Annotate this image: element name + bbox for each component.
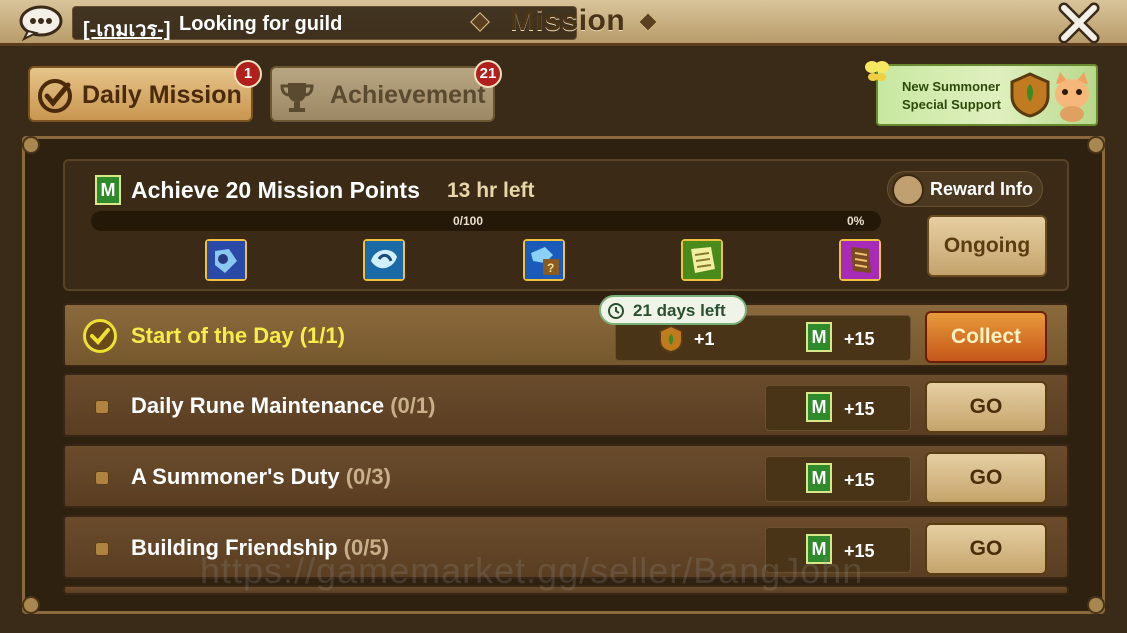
mission-name-text: Daily Rune Maintenance — [131, 393, 385, 418]
tab-achievement-label: Achievement — [330, 81, 486, 109]
extra-reward-value: +1 — [694, 329, 715, 349]
collect-button[interactable]: Collect — [925, 311, 1047, 363]
mission-count: (0/1) — [390, 393, 436, 418]
mission-name-text: Start of the Day — [131, 323, 294, 348]
title-ornament-right-icon — [638, 12, 658, 32]
chat-guild-tag: [-เกมเวร-] — [83, 19, 171, 41]
mission-point-value: +15 — [844, 329, 875, 349]
days-left-tooltip: 21 days left — [599, 295, 747, 325]
tab-daily-mission[interactable]: Daily Mission 1 — [28, 60, 262, 122]
progress-text: 0/100 — [453, 214, 484, 228]
close-icon[interactable] — [1058, 2, 1100, 44]
time-left: 13 hr left — [447, 179, 535, 202]
mission-point-value: +15 — [844, 470, 875, 490]
tab-daily-mission-label: Daily Mission — [82, 81, 242, 109]
completed-check-icon — [83, 319, 117, 353]
chat-message-text: Looking for guild — [179, 13, 343, 35]
corner-ornament-icon — [1087, 596, 1105, 614]
progress-percent: 0% — [847, 214, 865, 228]
ongoing-button[interactable]: Ongoing — [927, 215, 1047, 277]
mission-name: Start of the Day (1/1) — [131, 323, 345, 349]
mission-name: Daily Rune Maintenance (0/1) — [131, 393, 435, 419]
mission-count: (0/3) — [345, 464, 391, 489]
achievement-badge: 21 — [474, 60, 502, 88]
mission-reward-panel: M +15 — [765, 385, 911, 431]
days-left-text: 21 days left — [633, 301, 726, 320]
mission-point-icon: M — [806, 322, 832, 352]
mission-row: Start of the Day (1/1) +1 M +15 Collect — [63, 303, 1069, 367]
corner-ornament-icon — [1087, 136, 1105, 154]
clock-icon — [608, 303, 624, 319]
mission-count: (1/1) — [299, 323, 345, 348]
mission-name: A Summoner's Duty (0/3) — [131, 464, 391, 490]
mission-row: Daily Rune Maintenance (0/1) M +15 GO — [63, 373, 1069, 437]
bullet-icon — [95, 400, 109, 414]
bullet-icon — [95, 471, 109, 485]
watermark: https://gamemarket.gg/seller/BangJohn — [200, 550, 864, 591]
reward-item-icon[interactable]: ? — [523, 239, 565, 281]
mission-point-value: +15 — [844, 399, 875, 419]
go-button[interactable]: GO — [925, 523, 1047, 575]
trophy-icon — [280, 83, 314, 112]
corner-ornament-icon — [22, 136, 40, 154]
sprout-shield-icon — [659, 324, 683, 354]
promo-line-2: Special Support — [902, 97, 1001, 112]
checkmark-circle-icon — [38, 79, 72, 113]
mission-points-progress-bar — [91, 211, 881, 231]
tab-achievement[interactable]: Achievement 21 — [270, 60, 502, 122]
shield-emblem-icon — [1010, 72, 1050, 118]
reward-item-icon[interactable] — [205, 239, 247, 281]
treasure-chest-icon — [892, 174, 924, 206]
reward-item-icon[interactable] — [681, 239, 723, 281]
page-title: Mission — [510, 4, 626, 37]
chat-bubble-icon[interactable] — [18, 5, 64, 41]
reward-info-label: Reward Info — [930, 179, 1034, 199]
go-button[interactable]: GO — [925, 452, 1047, 504]
mission-panel: M Achieve 20 Mission Points 13 hr left R… — [22, 136, 1105, 614]
mission-name-text: A Summoner's Duty — [131, 464, 340, 489]
top-bar: [-เกมเวร-] Looking for guild Mission — [0, 0, 1127, 46]
mission-reward-panel: M +15 — [765, 456, 911, 502]
reward-info-button[interactable]: Reward Info — [887, 171, 1043, 207]
bullet-icon — [95, 542, 109, 556]
promo-line-1: New Summoner — [902, 79, 1001, 94]
corner-ornament-icon — [22, 596, 40, 614]
daily-mission-badge: 1 — [234, 60, 262, 88]
promo-text: New Summoner Special Support — [902, 78, 1001, 114]
reward-item-icon[interactable] — [839, 239, 881, 281]
mission-points-summary: M Achieve 20 Mission Points 13 hr left R… — [63, 159, 1069, 291]
svg-text:?: ? — [547, 261, 554, 275]
mission-points-goal: Achieve 20 Mission Points — [131, 177, 420, 203]
reward-item-icon[interactable] — [363, 239, 405, 281]
mission-point-icon: M — [806, 463, 832, 493]
chat-message-bar[interactable]: [-เกมเวร-] Looking for guild — [72, 6, 577, 41]
cat-mascot-icon — [1055, 72, 1089, 122]
new-summoner-support-banner[interactable]: New Summoner Special Support — [865, 61, 1098, 126]
mission-row: A Summoner's Duty (0/3) M +15 GO — [63, 444, 1069, 508]
mission-point-icon: M — [806, 392, 832, 422]
go-button[interactable]: GO — [925, 381, 1047, 433]
butterfly-icon — [865, 61, 889, 81]
mission-point-icon: M — [95, 175, 121, 205]
